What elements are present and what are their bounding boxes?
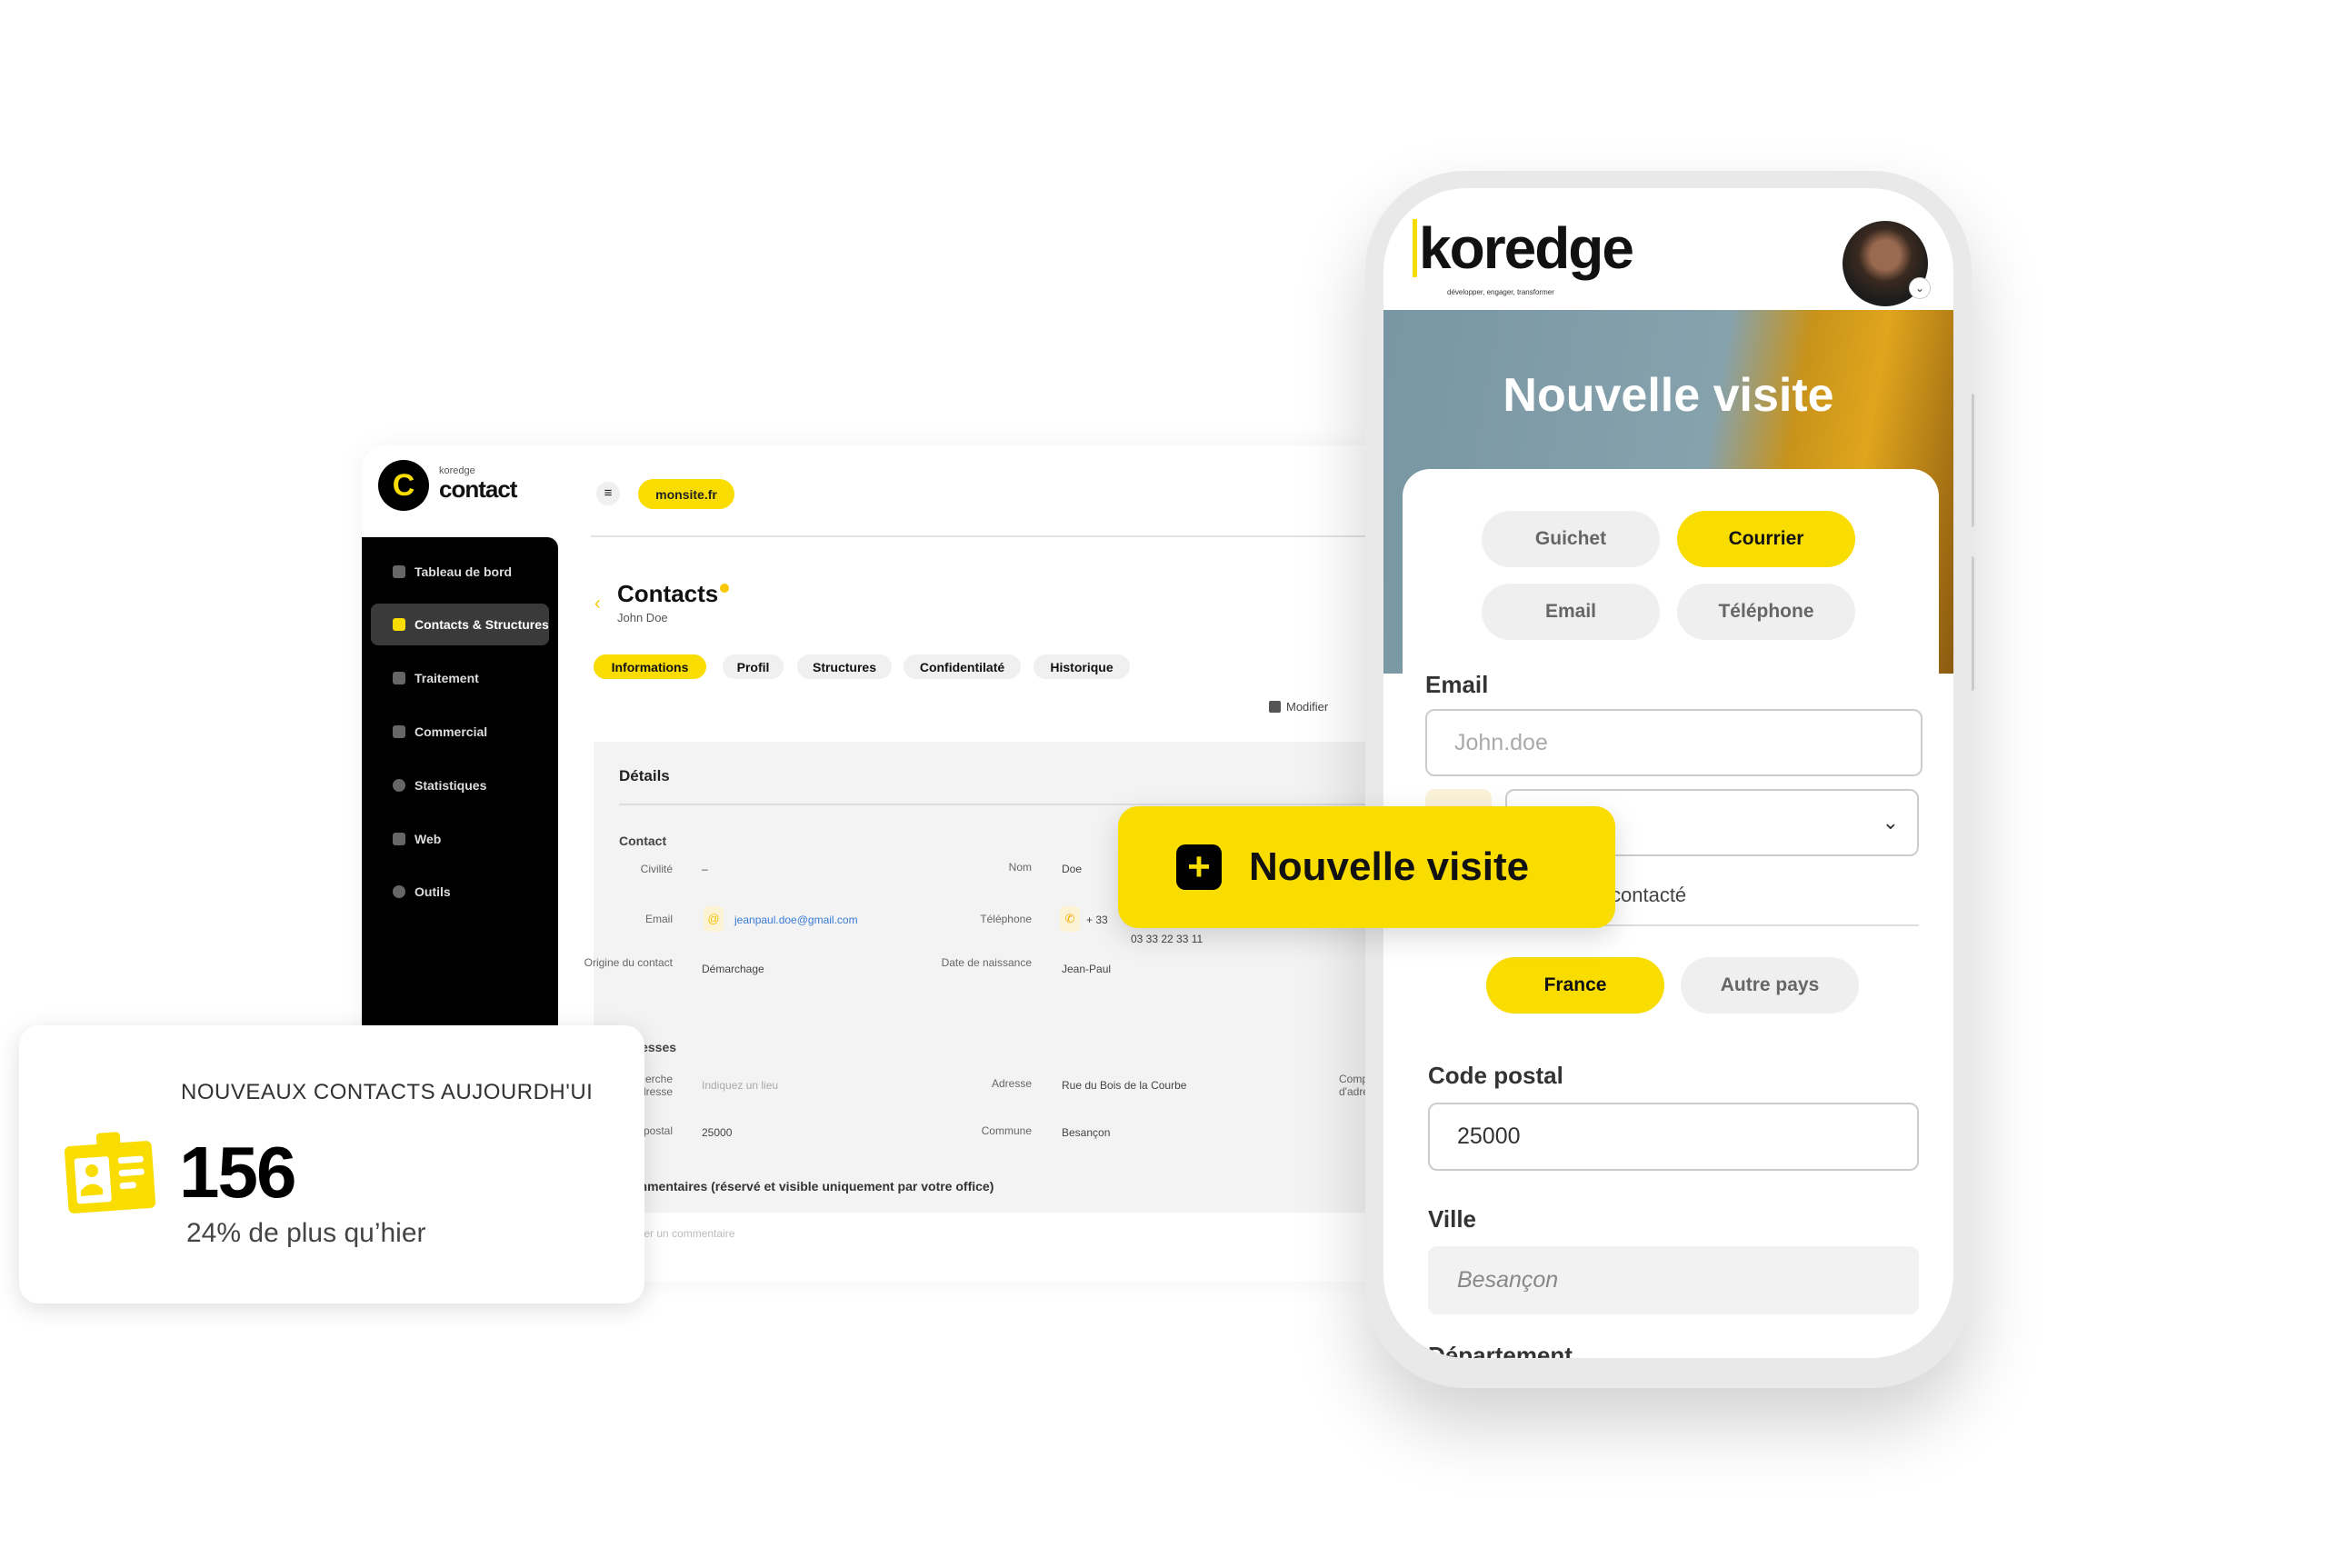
search-address-input[interactable]: Indiquez un lieu (702, 1079, 778, 1092)
id-badge-icon (65, 1132, 156, 1213)
telephone-label: Téléphone (980, 913, 1032, 925)
channel-email[interactable]: Email (1482, 584, 1660, 640)
sidebar-item-label: Outils (414, 884, 451, 899)
sidebar-item-outils[interactable]: Outils (371, 871, 549, 913)
country-autre[interactable]: Autre pays (1681, 957, 1859, 1014)
chevron-down-icon[interactable]: ⌄ (1909, 277, 1931, 299)
channel-courrier[interactable]: Courrier (1677, 511, 1855, 567)
details-title: Détails (619, 767, 670, 784)
sidebar-item-tableau-de-bord[interactable]: Tableau de bord (371, 551, 549, 593)
gear-icon (393, 885, 405, 898)
home-icon (393, 565, 405, 578)
country-france[interactable]: France (1486, 957, 1664, 1014)
naissance-value: Jean-Paul (1062, 963, 1112, 975)
new-visit-button[interactable]: + Nouvelle visite (1118, 806, 1615, 928)
koredge-contact-logo-icon: C (378, 460, 429, 511)
email-label: Email (644, 913, 673, 925)
tab-confidentialite[interactable]: Confidentilaté (904, 654, 1021, 679)
pie-chart-icon (393, 779, 405, 792)
arrows-icon (393, 672, 405, 684)
nom-label: Nom (1008, 861, 1032, 874)
page-subtitle: John Doe (617, 611, 668, 624)
tab-historique[interactable]: Historique (1034, 654, 1130, 679)
at-icon: @ (704, 906, 724, 932)
info-dot-icon (720, 584, 729, 593)
modify-label: Modifier (1286, 700, 1329, 714)
contact-section-title: Contact (619, 834, 667, 848)
sidebar-item-label: Web (414, 832, 442, 846)
edit-icon (1269, 701, 1281, 713)
stats-delta: 24% de plus qu’hier (186, 1218, 426, 1248)
header-divider (591, 535, 1371, 537)
stats-value: 156 (179, 1132, 296, 1213)
sidebar-item-contacts[interactable]: Contacts & Structures (371, 604, 549, 645)
sidebar-item-label: Commercial (414, 724, 488, 739)
sidebar-item-commercial[interactable]: Commercial (371, 711, 549, 753)
nom-value: Doe (1062, 863, 1083, 875)
commune-label: Commune (981, 1124, 1032, 1137)
adresse-label: Adresse (991, 1077, 1032, 1090)
tab-informations[interactable]: Informations (594, 654, 706, 679)
new-visit-label: Nouvelle visite (1249, 844, 1530, 889)
civilite-value: – (702, 863, 708, 875)
sidebar-item-label: Tableau de bord (414, 564, 513, 579)
phone-mockup: koredge développer, engager, transformer… (1365, 171, 1972, 1388)
stats-title: NOUVEAUX CONTACTS AUJOURDH'UI (181, 1080, 594, 1104)
email-label: Email (1425, 671, 1489, 698)
cp-value: 25000 (702, 1126, 733, 1139)
chevron-down-icon: ⌄ (1882, 811, 1899, 834)
tel-prefix: + 33 (1086, 914, 1108, 926)
origine-value: Démarchage (702, 963, 764, 975)
ville-label: Ville (1428, 1205, 1477, 1233)
back-chevron-icon[interactable]: ‹ (594, 594, 601, 614)
sidebar-item-label: Contacts & Structures (414, 617, 549, 632)
koredge-logo: koredge (1413, 219, 1634, 277)
commune-value: Besançon (1062, 1126, 1111, 1139)
hero-title: Nouvelle visite (1503, 369, 1834, 422)
channel-guichet[interactable]: Guichet (1482, 511, 1660, 567)
logo-tagline: développer, engager, transformer (1447, 288, 1554, 296)
civilite-label: Civilité (640, 863, 673, 875)
logo-main-text: contact (439, 475, 517, 503)
plus-icon: + (1176, 844, 1222, 890)
departement-label: Département (1428, 1342, 1573, 1358)
sidebar-item-label: Statistiques (414, 778, 487, 793)
modify-button[interactable]: Modifier (1269, 700, 1328, 714)
ville-input[interactable]: Besançon (1428, 1246, 1919, 1314)
sidebar-item-web[interactable]: Web (371, 818, 549, 860)
channel-telephone[interactable]: Téléphone (1677, 584, 1855, 640)
sidebar-item-label: Traitement (414, 671, 479, 685)
adresse-value: Rue du Bois de la Courbe (1062, 1079, 1187, 1092)
comments-title: Commentaires (réservé et visible uniquem… (619, 1179, 994, 1193)
tab-structures[interactable]: Structures (797, 654, 892, 679)
cp-input[interactable]: 25000 (1428, 1103, 1919, 1171)
sidebar-item-traitement[interactable]: Traitement (371, 657, 549, 699)
email-input[interactable]: John.doe (1425, 709, 1923, 776)
new-contacts-card: NOUVEAUX CONTACTS AUJOURDH'UI 156 24% de… (19, 1025, 644, 1303)
tab-profil[interactable]: Profil (723, 654, 784, 679)
sidebar-item-statistiques[interactable]: Statistiques (371, 764, 549, 806)
bank-icon (393, 725, 405, 738)
email-link[interactable]: jeanpaul.doe@gmail.com (734, 914, 858, 926)
phone-screen: koredge développer, engager, transformer… (1383, 188, 1953, 1358)
naissance-label: Date de naissance (941, 956, 1032, 969)
menu-icon[interactable]: ≡ (596, 482, 620, 505)
cp-label: Code postal (1428, 1062, 1563, 1089)
phone-icon: ✆ (1060, 906, 1080, 932)
tel-value: 03 33 22 33 11 (1131, 933, 1203, 945)
page-title: Contacts (617, 580, 719, 607)
contact-icon (393, 618, 405, 631)
origine-label: Origine du contact (584, 956, 673, 969)
site-pill[interactable]: monsite.fr (638, 479, 734, 509)
monitor-icon (393, 833, 405, 845)
details-divider (619, 804, 1371, 805)
contacted-checkbox-label[interactable]: contacté (1611, 884, 1686, 907)
